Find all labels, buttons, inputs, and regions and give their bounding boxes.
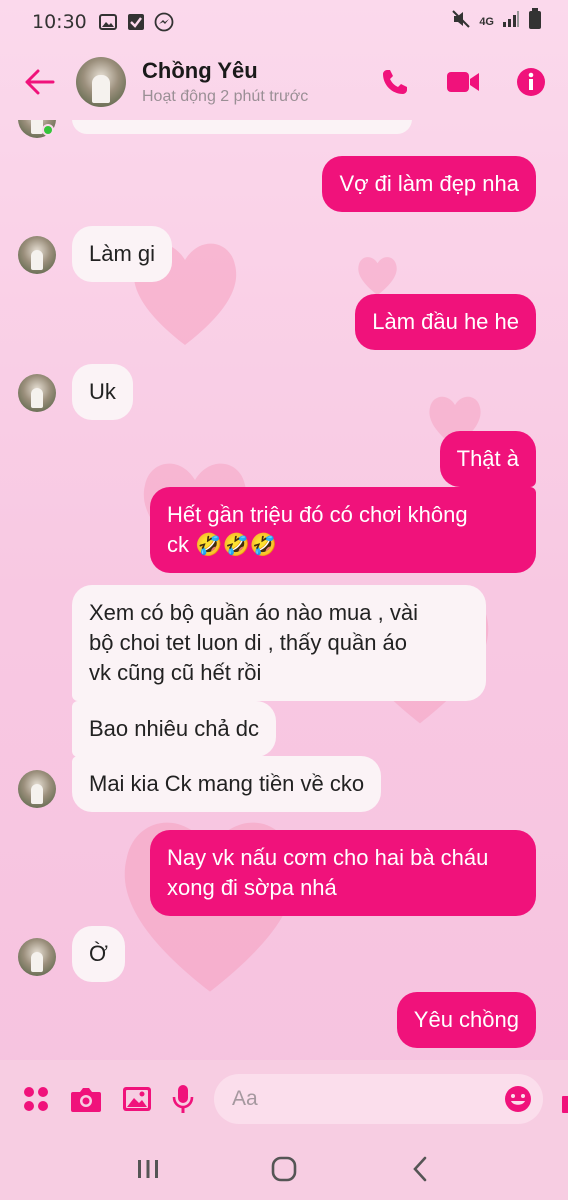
thumbs-up-icon (562, 1096, 568, 1113)
contact-avatar-small[interactable] (18, 770, 56, 808)
message-bubble-out[interactable]: Làm đầu he he (355, 294, 536, 350)
message-bubble-out[interactable]: Nay vk nấu cơm cho hai bà cháu xong đi s… (150, 830, 536, 916)
message-composer (0, 1060, 568, 1138)
info-button[interactable] (514, 65, 548, 99)
message-text: Làm đầu he he (372, 309, 519, 334)
contact-avatar-small[interactable] (18, 236, 56, 274)
message-line: vk cũng cũ hết rồi (89, 660, 262, 685)
battery-icon (528, 8, 542, 36)
message-line: Nay vk nấu cơm cho hai bà cháu (167, 845, 489, 870)
message-text: Yêu chồng (413, 1007, 519, 1032)
contact-name: Chồng Yêu (142, 58, 258, 83)
gallery-button[interactable] (122, 1081, 152, 1117)
message-bubble-in[interactable]: Xem có bộ quần áo nào mua , vài bộ choi … (72, 585, 486, 701)
message-text: Thật à (456, 446, 519, 471)
message-bubble-in[interactable]: Mai kia Ck mang tiền về cko (72, 756, 382, 812)
header-actions (378, 65, 548, 99)
message-bubble-out[interactable]: Vợ đi làm đẹp nha (322, 156, 536, 212)
message-bubble-out[interactable]: Hết gần triệu đó có chơi không ck 🤣🤣🤣 (150, 487, 536, 573)
contact-avatar[interactable] (76, 57, 126, 107)
partial-message (72, 120, 412, 134)
message-bubble-out[interactable]: Yêu chồng (396, 992, 536, 1048)
system-navigation-bar (0, 1138, 568, 1200)
message-bubble-in[interactable]: Làm gi (72, 226, 173, 282)
message-bubble-in[interactable]: Bao nhiêu chả dc (72, 701, 277, 757)
contact-avatar-small[interactable] (18, 374, 56, 412)
check-square-icon (125, 12, 147, 32)
phone-icon (383, 70, 407, 94)
back-nav-button[interactable] (400, 1149, 440, 1189)
message-text: Mai kia Ck mang tiền về cko (89, 771, 365, 796)
four-dots-icon (24, 1087, 48, 1111)
chevron-left-icon (413, 1156, 427, 1182)
camera-button[interactable] (70, 1081, 102, 1117)
microphone-icon (172, 1085, 194, 1113)
video-camera-icon (447, 72, 479, 92)
heart-decoration (355, 252, 400, 297)
message-text: Bao nhiêu chả dc (89, 716, 260, 741)
recent-apps-icon (138, 1160, 158, 1178)
signal-icon (502, 10, 520, 34)
voice-record-button[interactable] (172, 1081, 194, 1117)
contact-status: Hoạt động 2 phút trước (142, 88, 309, 105)
contact-info[interactable]: Chồng Yêu Hoạt động 2 phút trước (142, 58, 308, 106)
message-bubble-in[interactable]: Uk (72, 364, 133, 420)
more-actions-button[interactable] (22, 1081, 50, 1117)
message-input-container (214, 1074, 543, 1124)
gallery-icon (97, 12, 119, 32)
message-list[interactable]: Vợ đi làm đẹp nha Làm gi Làm đầu he he U… (0, 120, 568, 1060)
voice-call-button[interactable] (378, 65, 412, 99)
mute-icon (451, 9, 471, 35)
emoji-button[interactable] (503, 1084, 533, 1114)
chat-header: Chồng Yêu Hoạt động 2 phút trước (0, 44, 568, 120)
status-bar: 10:30 4G (0, 0, 568, 44)
status-right: 4G (451, 8, 542, 36)
online-indicator (42, 124, 54, 136)
message-line: bộ choi tet luon di , thấy quần áo (89, 630, 408, 655)
message-text: Uk (89, 379, 116, 404)
message-text: Ờ (89, 941, 108, 966)
back-arrow-icon (25, 69, 55, 95)
emoji-icon (505, 1086, 531, 1112)
back-button[interactable] (22, 64, 58, 100)
message-line: Xem có bộ quần áo nào mua , vài (89, 600, 418, 625)
clock: 10:30 (32, 11, 87, 33)
message-text: Làm gi (89, 241, 156, 266)
like-button[interactable] (561, 1081, 568, 1117)
message-bubble-in[interactable]: Ờ (72, 926, 125, 982)
info-icon (517, 68, 545, 96)
video-call-button[interactable] (446, 65, 480, 99)
message-input[interactable] (232, 1087, 503, 1111)
message-line: Hết gần triệu đó có chơi không (167, 502, 468, 527)
network-label: 4G (479, 16, 494, 28)
message-bubble-out[interactable]: Thật à (439, 431, 536, 487)
contact-avatar-small[interactable] (18, 938, 56, 976)
home-icon (271, 1156, 297, 1182)
message-line: xong đi sờpa nhá (167, 875, 337, 900)
message-line: ck 🤣🤣🤣 (167, 532, 278, 557)
camera-icon (71, 1088, 101, 1112)
message-text: Vợ đi làm đẹp nha (339, 171, 519, 196)
home-button[interactable] (264, 1149, 304, 1189)
messenger-icon (153, 12, 175, 32)
recent-apps-button[interactable] (128, 1149, 168, 1189)
image-icon (123, 1087, 151, 1111)
